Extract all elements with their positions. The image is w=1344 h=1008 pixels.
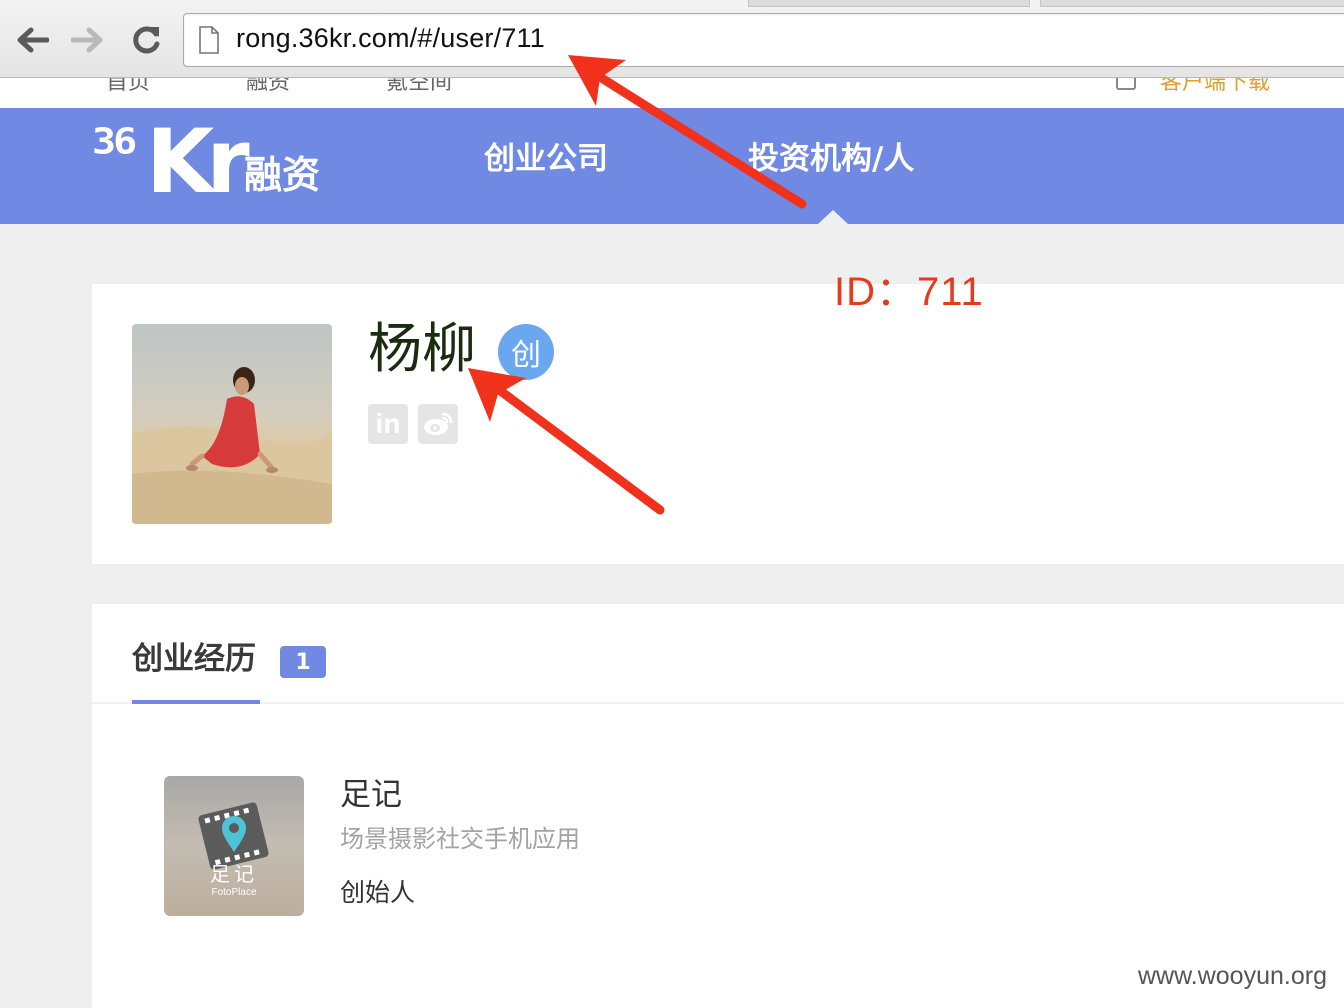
forward-button[interactable] bbox=[70, 22, 106, 58]
tab-divider bbox=[92, 702, 1344, 704]
experience-count-badge: 1 bbox=[280, 646, 326, 678]
top-link[interactable]: 氪空间 bbox=[386, 78, 452, 96]
url-text[interactable]: rong.36kr.com/#/user/711 bbox=[236, 23, 545, 54]
id-annotation: ID：711 bbox=[834, 270, 984, 314]
company-logo[interactable]: 足记 FotoPlace bbox=[164, 776, 304, 916]
linkedin-icon[interactable]: in bbox=[368, 404, 408, 444]
top-link[interactable]: 首页 bbox=[106, 78, 150, 96]
app-download-link[interactable]: 客户端下载 bbox=[1160, 78, 1270, 96]
active-nav-indicator bbox=[818, 210, 848, 224]
company-name[interactable]: 足记 bbox=[340, 780, 402, 811]
watermark: www.wooyun.org bbox=[1138, 962, 1327, 990]
back-arrow-icon bbox=[17, 27, 49, 53]
reload-button[interactable] bbox=[128, 22, 164, 58]
page-icon bbox=[199, 26, 219, 54]
active-tab-underline bbox=[132, 700, 260, 704]
reload-icon bbox=[133, 26, 160, 54]
company-description: 场景摄影社交手机应用 bbox=[340, 825, 580, 853]
tab-experience[interactable]: 创业经历 bbox=[132, 644, 256, 675]
top-link[interactable]: 融资 bbox=[246, 78, 290, 96]
nav-investors[interactable]: 投资机构/人 bbox=[748, 144, 914, 175]
profile-name: 杨柳 bbox=[368, 317, 476, 380]
weibo-icon[interactable] bbox=[418, 404, 458, 444]
phone-icon bbox=[1116, 78, 1136, 90]
forward-arrow-icon bbox=[71, 27, 103, 53]
site-top-strip: 首页 融资 氪空间 客户端下载 bbox=[0, 78, 1344, 108]
browser-toolbar: rong.36kr.com/#/user/711 bbox=[0, 0, 1344, 78]
avatar bbox=[132, 324, 332, 524]
browser-tab[interactable] bbox=[748, 0, 1030, 7]
company-logo-text: 足记 bbox=[210, 862, 258, 886]
back-button[interactable] bbox=[14, 22, 50, 58]
logo-number[interactable]: 36 bbox=[92, 124, 137, 160]
founder-badge: 创 bbox=[498, 324, 554, 380]
logo-letters[interactable]: Kr bbox=[146, 118, 250, 206]
company-logo-subtext: FotoPlace bbox=[211, 887, 257, 898]
nav-startups[interactable]: 创业公司 bbox=[484, 144, 608, 175]
avatar-photo bbox=[132, 324, 332, 524]
company-role: 创始人 bbox=[340, 878, 416, 907]
weibo-glyph bbox=[424, 412, 453, 435]
logo-product-name[interactable]: 融资 bbox=[244, 156, 320, 194]
address-bar[interactable]: rong.36kr.com/#/user/711 bbox=[183, 13, 1344, 67]
browser-tab[interactable] bbox=[1040, 0, 1344, 7]
